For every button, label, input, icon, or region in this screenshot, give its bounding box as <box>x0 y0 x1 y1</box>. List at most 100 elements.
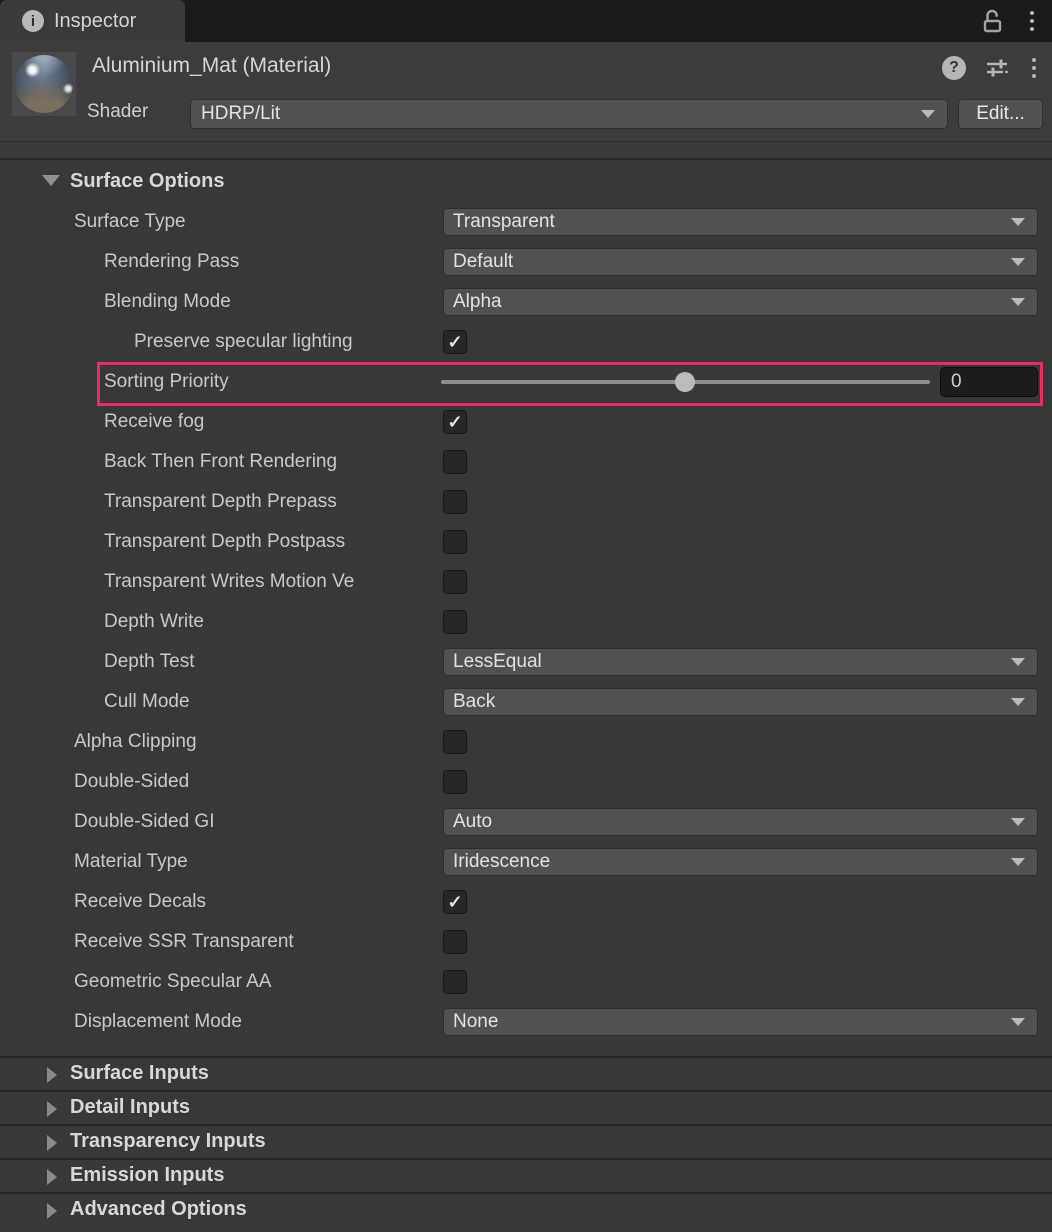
property-row-material-type: Material Type Iridescence <box>0 842 1052 882</box>
section-title: Surface Inputs <box>70 1062 209 1085</box>
property-row-double-sided: Double-Sided <box>0 762 1052 802</box>
section-surface-options[interactable]: Surface Options <box>0 160 1052 202</box>
help-icon[interactable]: ? <box>942 56 966 80</box>
material-preview-sphere[interactable] <box>12 52 76 116</box>
chevron-down-icon <box>1011 1018 1025 1026</box>
property-row-transparent-writes-motion-ve: Transparent Writes Motion Ve <box>0 562 1052 602</box>
property-label: Back Then Front Rendering <box>104 442 441 482</box>
dropdown-value: LessEqual <box>453 651 542 672</box>
header-separator <box>0 141 1052 160</box>
checkbox-receive-decals[interactable]: ✓ <box>443 890 467 914</box>
section-title: Detail Inputs <box>70 1096 190 1119</box>
surface-options-rows: Surface Type Transparent Rendering Pass Def… <box>0 202 1052 1042</box>
material-header: Aluminium_Mat (Material) ? Shader HDRP/L… <box>0 42 1052 141</box>
checkbox-alpha-clipping[interactable] <box>443 730 467 754</box>
chevron-down-icon <box>1011 658 1025 666</box>
section-detail-inputs[interactable]: Detail Inputs <box>0 1090 1052 1124</box>
checkbox-preserve-specular-lighting[interactable]: ✓ <box>443 330 467 354</box>
dropdown-double-sided-gi[interactable]: Auto <box>443 808 1038 836</box>
property-row-displacement-mode: Displacement Mode None <box>0 1002 1052 1042</box>
property-label: Depth Write <box>104 602 441 642</box>
edit-shader-button[interactable]: Edit... <box>958 99 1043 129</box>
foldout-collapsed-icon <box>47 1203 57 1219</box>
chevron-down-icon <box>1011 258 1025 266</box>
property-row-double-sided-gi: Double-Sided GIAuto <box>0 802 1052 842</box>
dropdown-surface-type[interactable]: Transparent <box>443 208 1038 236</box>
property-row-rendering-pass: Rendering Pass Default <box>0 242 1052 282</box>
property-row-cull-mode: Cull ModeBack <box>0 682 1052 722</box>
property-row-transparent-depth-prepass: Transparent Depth Prepass <box>0 482 1052 522</box>
property-label: Alpha Clipping <box>74 722 441 762</box>
dropdown-value: None <box>453 1011 498 1032</box>
section-title: Emission Inputs <box>70 1164 224 1187</box>
property-row-geometric-specular-aa: Geometric Specular AA <box>0 962 1052 1002</box>
checkbox-receive-ssr-transparent[interactable] <box>443 930 467 954</box>
dropdown-value: Default <box>453 251 513 272</box>
section-title: Advanced Options <box>70 1198 247 1221</box>
property-row-receive-decals: Receive Decals✓ <box>0 882 1052 922</box>
property-row-blending-mode: Blending ModeAlpha <box>0 282 1052 322</box>
checkbox-double-sided[interactable] <box>443 770 467 794</box>
property-label: Receive SSR Transparent <box>74 922 441 962</box>
lock-open-icon[interactable] <box>982 8 1004 34</box>
property-label: Transparent Depth Prepass <box>104 482 441 522</box>
tab-inspector[interactable]: i Inspector <box>0 0 185 42</box>
dropdown-rendering-pass[interactable]: Default <box>443 248 1038 276</box>
checkbox-receive-fog[interactable]: ✓ <box>443 410 467 434</box>
section-title: Transparency Inputs <box>70 1130 266 1153</box>
property-label: Displacement Mode <box>74 1002 441 1042</box>
property-row-depth-test: Depth Test LessEqual <box>0 642 1052 682</box>
sphere-icon <box>15 55 73 113</box>
section-transparency-inputs[interactable]: Transparency Inputs <box>0 1124 1052 1158</box>
dropdown-depth-test[interactable]: LessEqual <box>443 648 1038 676</box>
dropdown-value: Auto <box>453 811 492 832</box>
property-label: Surface Type <box>74 202 441 242</box>
chevron-down-icon <box>921 110 935 118</box>
kebab-menu-icon[interactable] <box>1026 7 1038 35</box>
property-label: Preserve specular lighting <box>134 322 441 362</box>
checkbox-geometric-specular-aa[interactable] <box>443 970 467 994</box>
dropdown-value: Transparent <box>453 211 555 232</box>
property-label: Depth Test <box>104 642 441 682</box>
checkbox-back-then-front-rendering[interactable] <box>443 450 467 474</box>
section-surface-inputs[interactable]: Surface Inputs <box>0 1056 1052 1090</box>
sorting-priority-value-field[interactable]: 0 <box>940 367 1038 397</box>
foldout-collapsed-icon <box>47 1135 57 1151</box>
dropdown-value: Back <box>453 691 495 712</box>
property-label: Receive fog <box>104 402 441 442</box>
chevron-down-icon <box>1011 218 1025 226</box>
shader-label: Shader <box>87 101 148 123</box>
checkbox-depth-write[interactable] <box>443 610 467 634</box>
property-row-depth-write: Depth Write <box>0 602 1052 642</box>
property-label: Double-Sided <box>74 762 441 802</box>
property-label: Geometric Specular AA <box>74 962 441 1002</box>
dropdown-material-type[interactable]: Iridescence <box>443 848 1038 876</box>
section-emission-inputs[interactable]: Emission Inputs <box>0 1158 1052 1192</box>
property-label: Material Type <box>74 842 441 882</box>
presets-icon[interactable] <box>984 55 1010 81</box>
dropdown-value: Iridescence <box>453 851 550 872</box>
checkbox-transparent-writes-motion-ve[interactable] <box>443 570 467 594</box>
dropdown-displacement-mode[interactable]: None <box>443 1008 1038 1036</box>
dropdown-cull-mode[interactable]: Back <box>443 688 1038 716</box>
shader-dropdown-value: HDRP/Lit <box>201 103 280 124</box>
foldout-expanded-icon <box>42 175 60 186</box>
material-title: Aluminium_Mat (Material) <box>92 54 331 78</box>
section-advanced-options[interactable]: Advanced Options <box>0 1192 1052 1226</box>
sorting-priority-slider-handle[interactable] <box>675 372 695 392</box>
property-row-back-then-front-rendering: Back Then Front Rendering <box>0 442 1052 482</box>
property-label: Rendering Pass <box>104 242 441 282</box>
tab-label: Inspector <box>54 10 136 33</box>
kebab-menu-icon[interactable] <box>1028 54 1040 82</box>
checkbox-transparent-depth-prepass[interactable] <box>443 490 467 514</box>
info-icon: i <box>22 10 44 32</box>
checkbox-transparent-depth-postpass[interactable] <box>443 530 467 554</box>
bottom-foldouts: Surface Inputs Detail Inputs Transparency … <box>0 1056 1052 1226</box>
property-row-preserve-specular-lighting: Preserve specular lighting✓ <box>0 322 1052 362</box>
property-label: Receive Decals <box>74 882 441 922</box>
property-label: Transparent Writes Motion Ve <box>104 562 441 602</box>
shader-dropdown[interactable]: HDRP/Lit <box>190 99 948 129</box>
foldout-collapsed-icon <box>47 1067 57 1083</box>
dropdown-blending-mode[interactable]: Alpha <box>443 288 1038 316</box>
property-row-surface-type: Surface Type Transparent <box>0 202 1052 242</box>
